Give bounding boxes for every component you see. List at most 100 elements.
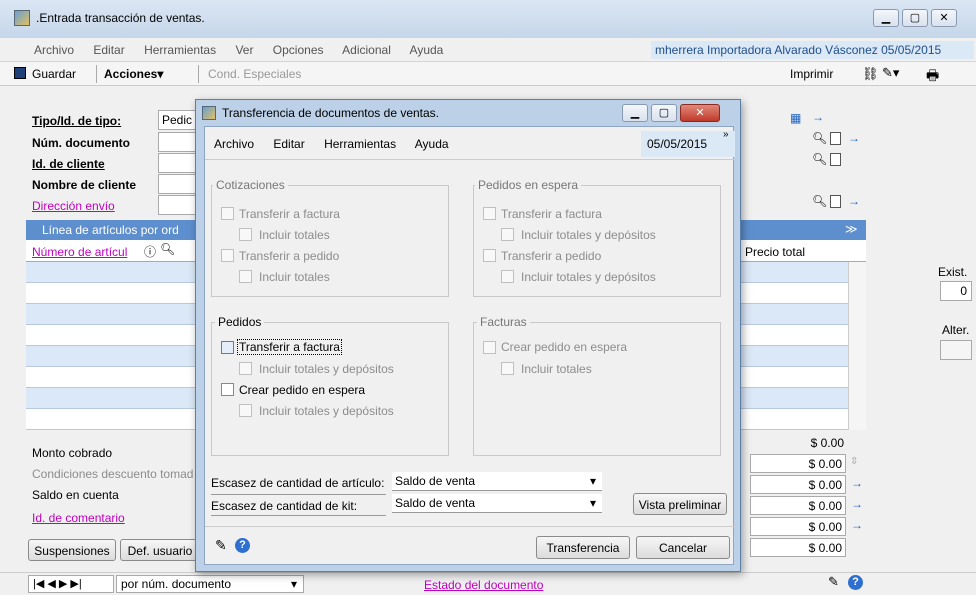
option-label: Transferir a factura [239,207,340,221]
maximize-button[interactable]: ▢ [902,9,928,27]
special-conditions-button[interactable]: Cond. Especiales [208,67,301,81]
dialog-close-button[interactable]: ✕ [680,104,720,122]
new-doc-icon[interactable] [830,132,841,145]
sort-select[interactable]: por núm. documento ▾ [116,575,304,593]
escasez-kit-select[interactable]: Saldo de venta ▾ [392,494,602,513]
arrow-right-icon[interactable]: → [812,110,824,124]
menu-archivo[interactable]: Archivo [34,43,74,57]
alter-label: Alter. [942,323,970,337]
lookup-icon[interactable]: 🔍︎ [160,242,175,256]
spinner-icon[interactable]: ⇳ [850,456,858,467]
arrow-right-icon[interactable]: → [848,131,860,145]
help-icon[interactable]: ? [235,538,250,553]
help-icon[interactable]: ? [848,575,863,590]
new-doc-icon[interactable] [830,153,841,166]
checkbox[interactable] [221,249,234,262]
checkbox[interactable] [483,207,496,220]
num-doc-field[interactable] [158,132,198,152]
def-usuario-button[interactable]: Def. usuario [120,539,200,561]
tipo-field[interactable]: Pedic [158,110,198,130]
calendar-icon[interactable]: ▦ [790,111,801,125]
menu-herramientas[interactable]: Herramientas [144,43,216,57]
dialog-menu-archivo[interactable]: Archivo [214,137,254,151]
tipo-label[interactable]: Tipo/Id. de tipo: [32,114,121,128]
direccion-link[interactable]: Dirección envío [32,199,115,213]
distribution-icon[interactable]: ⛓ [862,66,879,82]
record-nav[interactable]: |◀ ◀ ▶ ▶| [28,575,114,593]
checkbox[interactable] [221,383,234,396]
escasez-articulo-label: Escasez de cantidad de artículo: [211,476,385,490]
nombre-cliente-label: Nombre de cliente [32,178,137,192]
id-cliente-field[interactable] [158,153,198,173]
arrow-right-icon[interactable]: → [851,497,863,511]
checkbox[interactable] [239,270,252,283]
arrow-right-icon[interactable]: → [848,194,860,208]
checkbox[interactable] [221,341,234,354]
direccion-field[interactable] [158,195,198,215]
checkbox[interactable] [483,341,496,354]
dialog-menu-ayuda[interactable]: Ayuda [415,137,449,151]
amount-value: $ 0.00 [750,517,846,536]
save-icon [14,67,26,79]
menu-ver[interactable]: Ver [235,43,253,57]
option-label: Incluir totales y depósitos [521,228,656,242]
grid-scrollbar[interactable] [848,262,866,430]
checkbox[interactable] [501,270,514,283]
checkbox[interactable] [239,362,252,375]
id-comentario-link[interactable]: Id. de comentario [32,511,125,525]
suspensiones-button[interactable]: Suspensiones [28,539,116,561]
minimize-button[interactable]: ▁ [873,9,899,27]
dialog-menu-herramientas[interactable]: Herramientas [324,137,396,151]
id-cliente-label[interactable]: Id. de cliente [32,157,105,171]
save-button[interactable]: Guardar [32,67,76,81]
printer-icon[interactable]: 🖶 [926,65,939,89]
checkbox[interactable] [239,404,252,417]
nombre-cliente-field[interactable] [158,174,198,194]
checkbox[interactable] [501,362,514,375]
numero-articulo-link[interactable]: Número de artícul [32,245,127,259]
group-title: Pedidos en espera [475,178,582,192]
note-icon[interactable]: ✎ [828,574,839,590]
dialog-maximize-button[interactable]: ▢ [651,104,677,122]
tools-icon[interactable]: ✎▾ [882,65,899,81]
lookup-icon[interactable]: 🔍︎ [812,152,827,166]
lines-header-title: Línea de artículos por ord [42,223,179,237]
menu-editar[interactable]: Editar [93,43,124,57]
menu-opciones[interactable]: Opciones [273,43,324,57]
lookup-icon[interactable]: 🔍︎ [812,131,827,145]
arrow-right-icon[interactable]: → [851,518,863,532]
escasez-articulo-select[interactable]: Saldo de venta ▾ [392,472,602,491]
window-title-bar: .Entrada transacción de ventas. ▁ ▢ ✕ [0,0,976,38]
dialog-minimize-button[interactable]: ▁ [622,104,648,122]
actions-button[interactable]: Acciones▾ [104,67,163,81]
lookup-icon[interactable]: 🔍︎ [812,194,827,208]
user-info: mherrera Importadora Alvarado Vásconez 0… [651,41,974,59]
collapse-icon[interactable]: ≫ [845,222,858,236]
info-icon[interactable]: ⓘ [144,243,156,260]
cancelar-button[interactable]: Cancelar [636,536,730,559]
option-label: Incluir totales [521,362,592,376]
new-doc-icon[interactable] [830,195,841,208]
close-button[interactable]: ✕ [931,9,957,27]
menu-adicional[interactable]: Adicional [342,43,391,57]
toolbar: Guardar Acciones▾ Cond. Especiales Impri… [0,62,976,86]
num-doc-label: Núm. documento [32,136,130,150]
escasez-articulo-value: Saldo de venta [395,474,476,488]
group-title: Pedidos [215,315,265,329]
chevron-right-icon[interactable]: » [723,129,729,140]
estado-documento-link[interactable]: Estado del documento [424,578,543,592]
vista-preliminar-button[interactable]: Vista preliminar [633,493,727,515]
menu-ayuda[interactable]: Ayuda [410,43,444,57]
arrow-right-icon[interactable]: → [851,476,863,490]
dialog-menu-editar[interactable]: Editar [273,137,304,151]
option-label: Crear pedido en espera [239,383,366,397]
checkbox[interactable] [483,249,496,262]
transferencia-button[interactable]: Transferencia [536,536,630,559]
checkbox[interactable] [221,207,234,220]
chevron-down-icon: ▾ [589,496,596,510]
print-button[interactable]: Imprimir [790,67,833,81]
note-icon[interactable]: ✎ [215,537,227,554]
checkbox[interactable] [501,228,514,241]
amount-value: $ 0.00 [810,436,844,450]
checkbox[interactable] [239,228,252,241]
